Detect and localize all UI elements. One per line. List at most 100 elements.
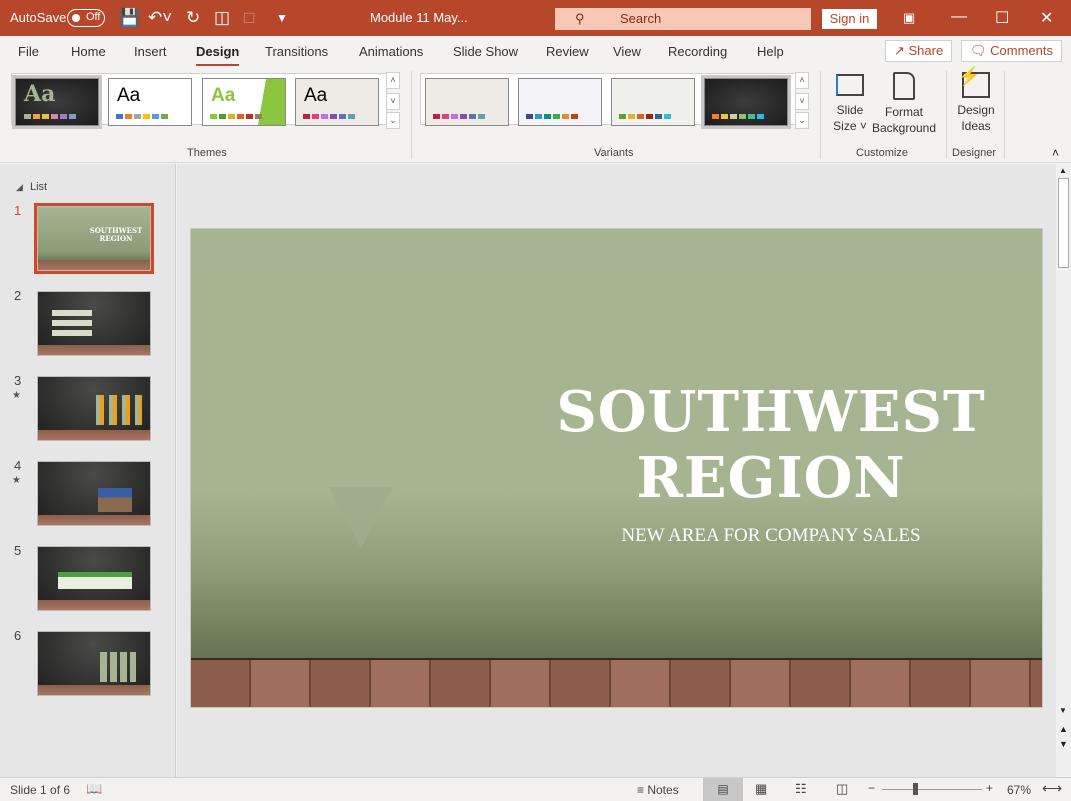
comments-label: Comments bbox=[990, 43, 1053, 58]
slide-thumbnail-6[interactable] bbox=[37, 631, 151, 696]
slide-counter: Slide 1 of 6 bbox=[10, 783, 71, 797]
notes-button[interactable]: ≡ Notes bbox=[637, 783, 679, 797]
present-icon[interactable]: ◫ bbox=[214, 8, 230, 28]
ribbon: Aa Aa Aa Aa ˄ ˅ ⌄ Themes ˄ ˅ ⌄ Variants … bbox=[0, 66, 1071, 163]
collapse-section-icon[interactable]: ◢ bbox=[16, 182, 23, 193]
share-label: Share bbox=[908, 43, 944, 58]
section-name[interactable]: List bbox=[30, 181, 47, 193]
slide-subtitle[interactable]: NEW AREA FOR COMPANY SALES bbox=[521, 525, 1021, 547]
maximize-icon[interactable]: ☐ bbox=[995, 8, 1009, 28]
scroll-down-icon[interactable]: ▼ bbox=[1059, 706, 1067, 715]
tab-design[interactable]: Design bbox=[196, 44, 240, 66]
slide-sorter-icon[interactable]: ▦ bbox=[755, 781, 767, 797]
comments-button[interactable]: 🗨 Comments bbox=[961, 40, 1062, 62]
variant-1[interactable] bbox=[425, 78, 509, 126]
tab-insert[interactable]: Insert bbox=[134, 44, 167, 59]
zoom-level[interactable]: 67% bbox=[1007, 783, 1031, 797]
zoom-out-button[interactable]: − bbox=[868, 781, 875, 795]
tab-transitions[interactable]: Transitions bbox=[265, 44, 328, 59]
scroll-up-icon[interactable]: ▲ bbox=[1059, 166, 1067, 175]
separator bbox=[411, 71, 412, 159]
normal-view-icon[interactable]: ▤ bbox=[703, 778, 743, 801]
share-button[interactable]: ↗ Share bbox=[885, 40, 953, 62]
customize-qat-icon[interactable]: ▼ bbox=[276, 11, 288, 25]
slide-title[interactable]: SOUTHWEST REGION bbox=[521, 379, 1021, 511]
sign-in-button[interactable]: Sign in bbox=[822, 9, 877, 29]
variant-3[interactable] bbox=[611, 78, 695, 126]
tab-recording[interactable]: Recording bbox=[668, 44, 727, 59]
format-background-label-2: Background bbox=[871, 121, 937, 135]
autosave-toggle[interactable]: Off bbox=[67, 9, 105, 27]
format-background-button[interactable]: Format Background bbox=[870, 72, 938, 136]
collapse-ribbon-icon[interactable]: ˄ bbox=[1052, 146, 1059, 160]
variants-more[interactable]: ⌄ bbox=[795, 112, 809, 129]
tab-view[interactable]: View bbox=[613, 44, 641, 59]
minimize-icon[interactable]: — bbox=[951, 8, 967, 26]
notes-label: Notes bbox=[647, 783, 679, 797]
fit-to-window-icon[interactable]: ⟷ bbox=[1042, 780, 1062, 797]
design-ideas-label-2: Ideas bbox=[961, 119, 991, 133]
search-icon: ⚲ bbox=[575, 11, 585, 26]
redo-icon[interactable]: ↻ bbox=[186, 8, 200, 28]
touch-mode-icon[interactable]: □ bbox=[244, 8, 254, 28]
reading-view-icon[interactable]: ☷ bbox=[795, 781, 807, 797]
slide-thumbnail-4[interactable] bbox=[37, 461, 151, 526]
slide-size-label-2: Size ˅ bbox=[833, 119, 867, 133]
variants-scroll-up[interactable]: ˄ bbox=[795, 72, 809, 89]
slide-number: 1 bbox=[14, 203, 22, 218]
wood-floor bbox=[191, 658, 1042, 707]
separator bbox=[946, 71, 947, 159]
undo-icon[interactable]: ↶˅ bbox=[148, 8, 172, 28]
tab-file[interactable]: File bbox=[18, 44, 39, 59]
zoom-slider-thumb[interactable] bbox=[913, 783, 918, 795]
theme-facet[interactable]: Aa bbox=[202, 78, 286, 126]
previous-slide-icon[interactable]: ▲ bbox=[1059, 724, 1068, 734]
format-background-label: Format bbox=[884, 105, 923, 119]
vertical-scrollbar[interactable]: ▲ ▼ ▲ ▼ bbox=[1056, 164, 1071, 777]
tab-animations[interactable]: Animations bbox=[359, 44, 423, 59]
theme-office[interactable]: Aa bbox=[108, 78, 192, 126]
theme-current[interactable]: Aa bbox=[12, 75, 102, 129]
variants-group-label: Variants bbox=[594, 147, 634, 159]
next-slide-icon[interactable]: ▼ bbox=[1059, 739, 1068, 749]
slide-thumbnail-3[interactable] bbox=[37, 376, 151, 441]
slide-number: 4 bbox=[14, 458, 22, 473]
themes-more[interactable]: ⌄ bbox=[386, 112, 400, 129]
animation-star-icon: ★ bbox=[12, 475, 21, 486]
tab-slide-show[interactable]: Slide Show bbox=[453, 44, 518, 59]
scrollbar-thumb[interactable] bbox=[1058, 178, 1069, 268]
zoom-in-button[interactable]: + bbox=[986, 781, 993, 795]
tab-review[interactable]: Review bbox=[546, 44, 589, 59]
themes-scroll-up[interactable]: ˄ bbox=[386, 72, 400, 89]
slide-thumbnail-5[interactable] bbox=[37, 546, 151, 611]
decorative-triangle bbox=[329, 487, 393, 549]
design-ideas-icon: ⚡ bbox=[958, 67, 990, 98]
accessibility-icon[interactable]: 📖 bbox=[86, 781, 102, 797]
save-icon[interactable]: 💾 bbox=[119, 8, 140, 28]
slideshow-view-icon[interactable]: ◫ bbox=[836, 781, 848, 797]
slide-thumbnail-2[interactable] bbox=[37, 291, 151, 356]
slide-canvas[interactable]: SOUTHWEST REGION NEW AREA FOR COMPANY SAL… bbox=[190, 228, 1043, 708]
format-background-icon bbox=[893, 72, 915, 100]
tab-help[interactable]: Help bbox=[757, 44, 784, 59]
slide-thumbnail-1[interactable]: SOUTHWEST REGION bbox=[37, 206, 151, 271]
ribbon-display-icon[interactable]: ▣ bbox=[903, 10, 915, 26]
themes-scroll-down[interactable]: ˅ bbox=[386, 93, 400, 110]
designer-group-label: Designer bbox=[952, 147, 997, 159]
status-bar: Slide 1 of 6 📖 ≡ Notes ▤ ▦ ☷ ◫ − + 67% ⟷ bbox=[0, 777, 1071, 801]
variants-scroll-down[interactable]: ˅ bbox=[795, 93, 809, 110]
separator bbox=[820, 71, 821, 159]
slide-number: 5 bbox=[14, 543, 22, 558]
search-input[interactable]: ⚲ Search bbox=[555, 8, 811, 30]
slide-size-label: Slide bbox=[836, 103, 864, 117]
theme-wood[interactable]: Aa bbox=[295, 78, 379, 126]
autosave-label: AutoSave bbox=[10, 10, 67, 25]
variant-4-selected[interactable] bbox=[701, 75, 791, 129]
slide-size-icon bbox=[836, 74, 864, 96]
variant-2[interactable] bbox=[518, 78, 602, 126]
tab-home[interactable]: Home bbox=[71, 44, 106, 59]
design-ideas-button[interactable]: ⚡ Design Ideas bbox=[953, 67, 999, 134]
zoom-slider[interactable] bbox=[882, 789, 982, 790]
slide-size-button[interactable]: Slide Size ˅ bbox=[830, 72, 870, 134]
close-icon[interactable]: ✕ bbox=[1040, 8, 1053, 28]
